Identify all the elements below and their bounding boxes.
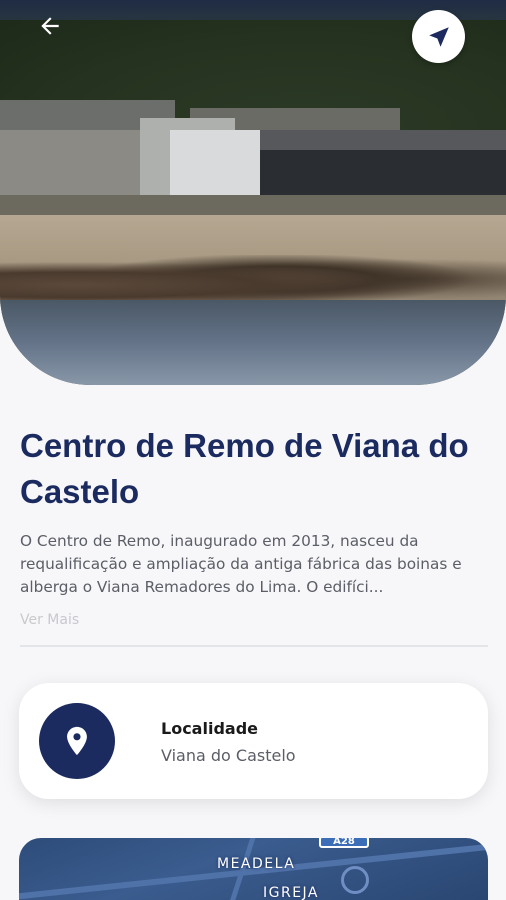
- see-more-link[interactable]: Ver Mais: [20, 612, 79, 628]
- divider: [20, 645, 488, 647]
- place-description: O Centro de Remo, inaugurado em 2013, na…: [20, 532, 462, 596]
- road-shield: A28: [319, 838, 369, 848]
- map-roundabout: [341, 866, 369, 894]
- location-pin-badge: [39, 703, 115, 779]
- location-label: Localidade: [161, 719, 258, 738]
- location-value: Viana do Castelo: [161, 746, 296, 765]
- water: [0, 300, 506, 385]
- arrow-left-icon: [41, 17, 59, 35]
- navigation-arrow-icon: [428, 26, 449, 47]
- map-preview[interactable]: A28 MEADELA IGREJA: [19, 838, 488, 900]
- page-title: Centro de Remo de Viana do Castelo: [20, 427, 469, 510]
- map-place-label: IGREJA: [263, 885, 320, 900]
- location-pin-icon: [67, 726, 87, 756]
- navigate-button[interactable]: [412, 10, 465, 63]
- building: [170, 130, 506, 200]
- map-place-label: MEADELA: [217, 856, 296, 872]
- location-card[interactable]: Localidade Viana do Castelo: [19, 683, 488, 799]
- back-button[interactable]: [30, 8, 70, 44]
